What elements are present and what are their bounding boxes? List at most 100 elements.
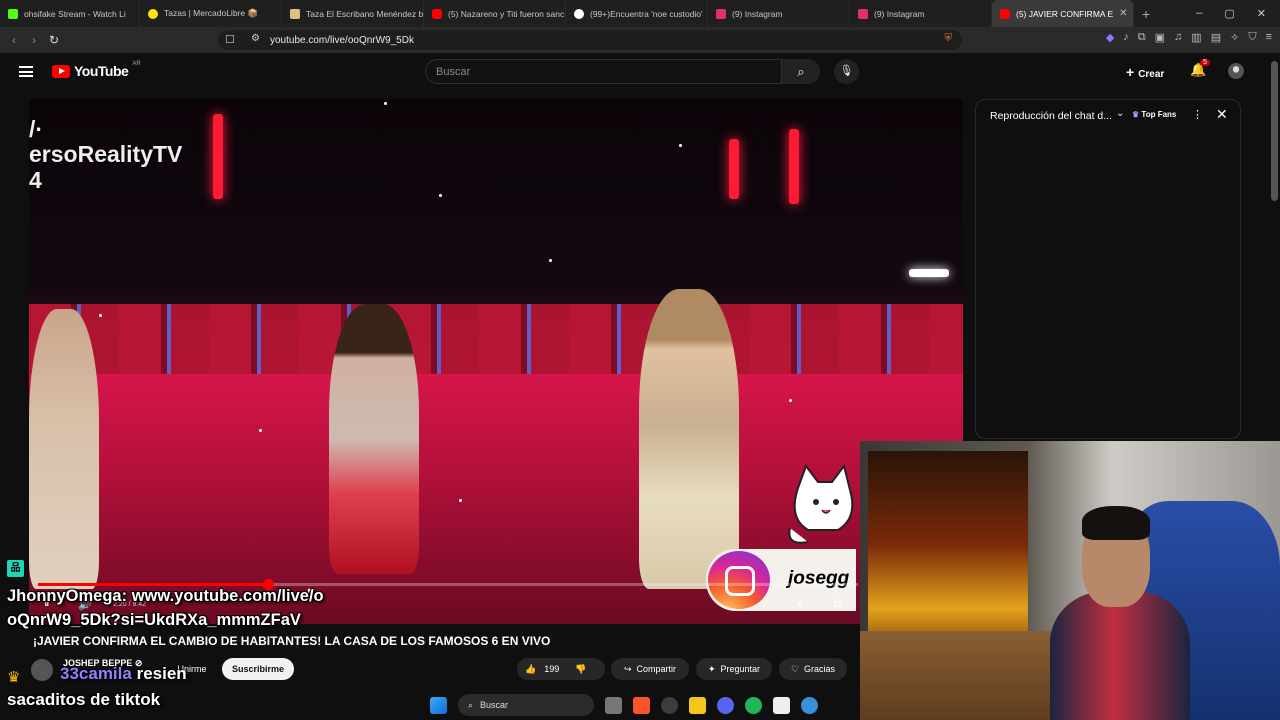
sparkle: [439, 194, 442, 197]
overlay-chat-message: JhonnyOmega: www.youtube.com/live/ooQnrW…: [7, 584, 327, 632]
music-icon[interactable]: ♫: [1174, 31, 1182, 44]
browser-tab[interactable]: (9) Instagram: [708, 0, 850, 27]
chat-title[interactable]: Reproducción del chat d...: [990, 110, 1112, 122]
account-avatar[interactable]: [1228, 63, 1244, 79]
chat-username: JhonnyOmega:: [7, 587, 128, 605]
wall-poster: [868, 451, 1028, 661]
search-button[interactable]: ⌕: [782, 59, 820, 84]
chat-text: resien: [136, 664, 187, 683]
scrollbar-thumb[interactable]: [1271, 61, 1278, 201]
youtube-favicon-icon: [432, 8, 442, 19]
watermark-line: 4: [29, 166, 42, 193]
browser-tab[interactable]: (9) Instagram: [850, 0, 992, 27]
stage-light: [213, 114, 223, 199]
person-center: [329, 304, 419, 574]
browser-tab[interactable]: (5) Nazareno y Titi fueron sanc: [424, 0, 566, 27]
browser-tab[interactable]: Taza El Escribano Menéndez by: [282, 0, 424, 27]
reload-icon[interactable]: ↻: [44, 33, 64, 47]
address-bar[interactable]: ☐ ⚙ youtube.com/live/ooQnrW9_5Dk ⛨: [218, 30, 962, 50]
menu-icon[interactable]: ≡: [1266, 31, 1272, 44]
close-tab-icon[interactable]: ✕: [1119, 8, 1127, 19]
voice-search-button[interactable]: 🎙: [834, 59, 859, 84]
notifications-button[interactable]: 🔔 5: [1190, 59, 1210, 78]
app-icon[interactable]: [801, 696, 818, 714]
puzzle-icon[interactable]: ⧉: [1138, 31, 1146, 44]
discord-icon[interactable]: [717, 696, 734, 714]
ask-label: Preguntar: [720, 664, 761, 674]
spotify-icon[interactable]: [745, 696, 762, 714]
bookmark-icon[interactable]: ☐: [225, 33, 235, 46]
crown-icon: ♛: [7, 669, 21, 686]
forward-arrow-icon[interactable]: ›: [24, 33, 44, 47]
hamburger-menu-icon[interactable]: [19, 66, 33, 77]
vpn-icon[interactable]: ⛉: [1248, 31, 1256, 44]
browser-tab[interactable]: Tazas | MercadoLibre 📦: [140, 0, 282, 27]
windows-start-icon[interactable]: [430, 696, 447, 714]
sparkle: [99, 314, 102, 317]
thumbs-up-icon[interactable]: 👍: [525, 664, 536, 675]
capcut-icon[interactable]: [773, 696, 790, 714]
minimize-button[interactable]: –: [1196, 7, 1202, 20]
extension-icon[interactable]: ◆: [1106, 31, 1114, 44]
subscribe-button[interactable]: Suscribirme: [222, 658, 294, 680]
like-dislike-group: 👍 199 👎: [517, 658, 605, 680]
captions-icon[interactable]: ▤: [833, 598, 842, 609]
chrome-icon[interactable]: [661, 696, 678, 714]
sidebar-icon[interactable]: ▥: [1191, 31, 1201, 44]
search-input[interactable]: Buscar: [425, 59, 782, 84]
thanks-button[interactable]: ♡ Gracias: [779, 658, 847, 680]
close-window-button[interactable]: ✕: [1257, 7, 1266, 20]
pause-small-icon[interactable]: ⏸: [798, 598, 803, 609]
create-button[interactable]: + Crear: [1126, 64, 1164, 80]
streamer-webcam: [860, 441, 1280, 720]
stage-light: [909, 269, 949, 277]
browser-tab[interactable]: ohsifake Stream - Watch Li: [0, 0, 140, 27]
thumbs-down-icon[interactable]: 👎: [575, 664, 586, 675]
ai-icon[interactable]: ✧: [1230, 31, 1239, 44]
browser-tab[interactable]: (99+)Encuentra 'noe custodio': [566, 0, 708, 27]
sparkle-icon: ✦: [707, 663, 716, 674]
stage-backdrop: [29, 304, 963, 379]
tab-title: (9) Instagram: [874, 8, 925, 19]
file-explorer-icon[interactable]: [689, 696, 706, 714]
create-label: Crear: [1138, 69, 1165, 80]
tab-title: Taza El Escribano Menéndez by: [306, 8, 424, 19]
person-left: [29, 309, 99, 589]
top-fans-badge[interactable]: ♛ Top Fans: [1132, 110, 1176, 119]
sparkle: [549, 259, 552, 262]
browser-tab-active[interactable]: (5) JAVIER CONFIRMA E ✕: [992, 0, 1134, 27]
wallet-icon[interactable]: ▤: [1211, 31, 1221, 44]
url-text[interactable]: youtube.com/live/ooQnrW9_5Dk: [270, 35, 414, 46]
streamer-hair: [1082, 506, 1150, 540]
page-scrollbar[interactable]: [1269, 53, 1280, 441]
taskbar-search[interactable]: ⌕ Buscar: [458, 694, 594, 716]
speaker-icon[interactable]: ♪: [1123, 31, 1129, 44]
taskbar-search-label: Buscar: [480, 700, 509, 710]
share-button[interactable]: ↪ Compartir: [611, 658, 689, 680]
brave-shield-icon[interactable]: ⛨: [945, 33, 953, 44]
new-tab-button[interactable]: +: [1134, 6, 1158, 22]
share-label: Compartir: [636, 664, 677, 674]
ask-button[interactable]: ✦ Preguntar: [696, 658, 772, 680]
task-view-icon[interactable]: [605, 696, 622, 714]
close-chat-icon[interactable]: ✕: [1216, 106, 1228, 123]
site-info-icon[interactable]: ⚙: [251, 33, 260, 44]
like-count[interactable]: 199: [544, 664, 559, 674]
chevron-down-icon[interactable]: ⌄: [1116, 108, 1124, 119]
sparkle: [459, 499, 462, 502]
maximize-button[interactable]: ▢: [1224, 7, 1234, 20]
watermark-line: /·: [29, 116, 44, 142]
media-icon[interactable]: ▣: [1155, 31, 1165, 44]
chat-badge-icon: 品: [7, 560, 24, 577]
windows-taskbar: ⌕ Buscar: [430, 690, 860, 720]
overlay-chat-message: sacaditos de tiktok: [7, 690, 161, 709]
youtube-logo[interactable]: YouTube AR: [52, 61, 141, 79]
plus-icon: +: [1126, 64, 1135, 80]
more-options-icon[interactable]: ⋮: [1192, 108, 1203, 121]
brave-icon[interactable]: [633, 696, 650, 714]
tab-title: (5) Nazareno y Titi fueron sanc: [448, 8, 565, 19]
channel-avatar[interactable]: [31, 659, 53, 681]
back-arrow-icon[interactable]: ‹: [4, 33, 24, 47]
sparkle: [679, 144, 682, 147]
tab-title: (9) Instagram: [732, 8, 783, 19]
